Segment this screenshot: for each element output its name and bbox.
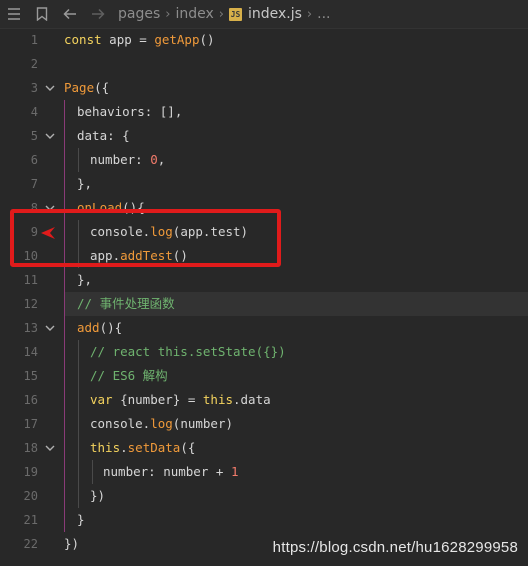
line-number: 2 (30, 57, 38, 71)
line-number: 6 (30, 153, 38, 167)
code-text: }, (77, 176, 93, 191)
back-arrow-icon[interactable] (58, 0, 82, 28)
code-text: }, (77, 272, 93, 287)
comment-text: // 事件处理函数 (77, 296, 175, 311)
code-line-21: 21 } (0, 508, 528, 532)
line-number: 11 (23, 273, 38, 287)
code-text: }) (90, 488, 106, 503)
code-text: number: number + 1 (103, 464, 239, 479)
code-line-4: 4 behaviors: [], (0, 100, 528, 124)
chevron-right-icon: › (218, 6, 224, 22)
line-number: 18 (23, 441, 38, 455)
code-line-20: 20 }) (0, 484, 528, 508)
breadcrumb-more[interactable]: ... (317, 6, 330, 22)
code-text: Page({ (64, 80, 110, 95)
code-text: const app = getApp() (64, 32, 215, 47)
line-number: 3 (30, 81, 38, 95)
line-number: 22 (23, 537, 38, 551)
fold-chevron-icon[interactable] (44, 130, 56, 142)
menu-icon[interactable] (2, 0, 26, 28)
code-line-7: 7 }, (0, 172, 528, 196)
code-text: } (77, 512, 85, 527)
watermark-text: https://blog.csdn.net/hu1628299958 (272, 539, 518, 556)
code-line-13: 13 add(){ (0, 316, 528, 340)
code-line-5: 5 data: { (0, 124, 528, 148)
code-line-18: 18 this.setData({ (0, 436, 528, 460)
code-line-17: 17 console.log(number) (0, 412, 528, 436)
editor-breadcrumb-bar: pages › index › JS index.js › ... (0, 0, 528, 29)
code-text: data: { (77, 128, 130, 143)
line-number: 16 (23, 393, 38, 407)
line-number: 12 (23, 297, 38, 311)
code-line-19: 19 number: number + 1 (0, 460, 528, 484)
code-line-16: 16 var {number} = this.data (0, 388, 528, 412)
comment-text: // ES6 解构 (90, 368, 168, 383)
code-line-14: 14 // react this.setState({}) (0, 340, 528, 364)
breadcrumb-pages[interactable]: pages (118, 6, 160, 22)
bookmark-icon[interactable] (30, 0, 54, 28)
code-text: console.log(number) (90, 416, 234, 431)
js-file-icon: JS (228, 7, 242, 21)
red-arrow-icon (41, 227, 55, 239)
line-number: 4 (30, 105, 38, 119)
fold-chevron-icon[interactable] (44, 442, 56, 454)
breadcrumb-file[interactable]: index.js (248, 6, 302, 22)
line-number: 21 (23, 513, 38, 527)
code-text: this.setData({ (90, 440, 196, 455)
code-text: }) (64, 536, 80, 551)
code-line-15: 15 // ES6 解构 (0, 364, 528, 388)
line-number: 20 (23, 489, 38, 503)
chevron-right-icon: › (306, 6, 313, 22)
code-text: var {number} = this.data (90, 392, 271, 407)
code-line-12: 12 // 事件处理函数 (0, 292, 528, 316)
chevron-right-icon: › (165, 6, 171, 22)
line-number: 17 (23, 417, 38, 431)
code-line-6: 6 number: 0, (0, 148, 528, 172)
fold-chevron-icon[interactable] (44, 82, 56, 94)
code-line-2: 2 (0, 52, 528, 76)
line-number: 13 (23, 321, 38, 335)
fold-chevron-icon[interactable] (44, 322, 56, 334)
forward-arrow-icon[interactable] (86, 0, 110, 28)
line-number: 15 (23, 369, 38, 383)
code-editor[interactable]: 1 const app = getApp() 2 3 Page({ 4 beha… (0, 28, 528, 566)
code-text: number: 0, (90, 152, 166, 167)
code-text: behaviors: [], (77, 104, 183, 119)
line-number: 19 (23, 465, 38, 479)
code-text: add(){ (77, 320, 123, 335)
line-number: 1 (30, 33, 38, 47)
code-line-3: 3 Page({ (0, 76, 528, 100)
comment-text: // react this.setState({}) (90, 344, 286, 359)
code-line-11: 11 }, (0, 268, 528, 292)
code-line-1: 1 const app = getApp() (0, 28, 528, 52)
line-number: 7 (30, 177, 38, 191)
breadcrumb-index[interactable]: index (175, 6, 213, 22)
line-number: 5 (30, 129, 38, 143)
line-number: 14 (23, 345, 38, 359)
